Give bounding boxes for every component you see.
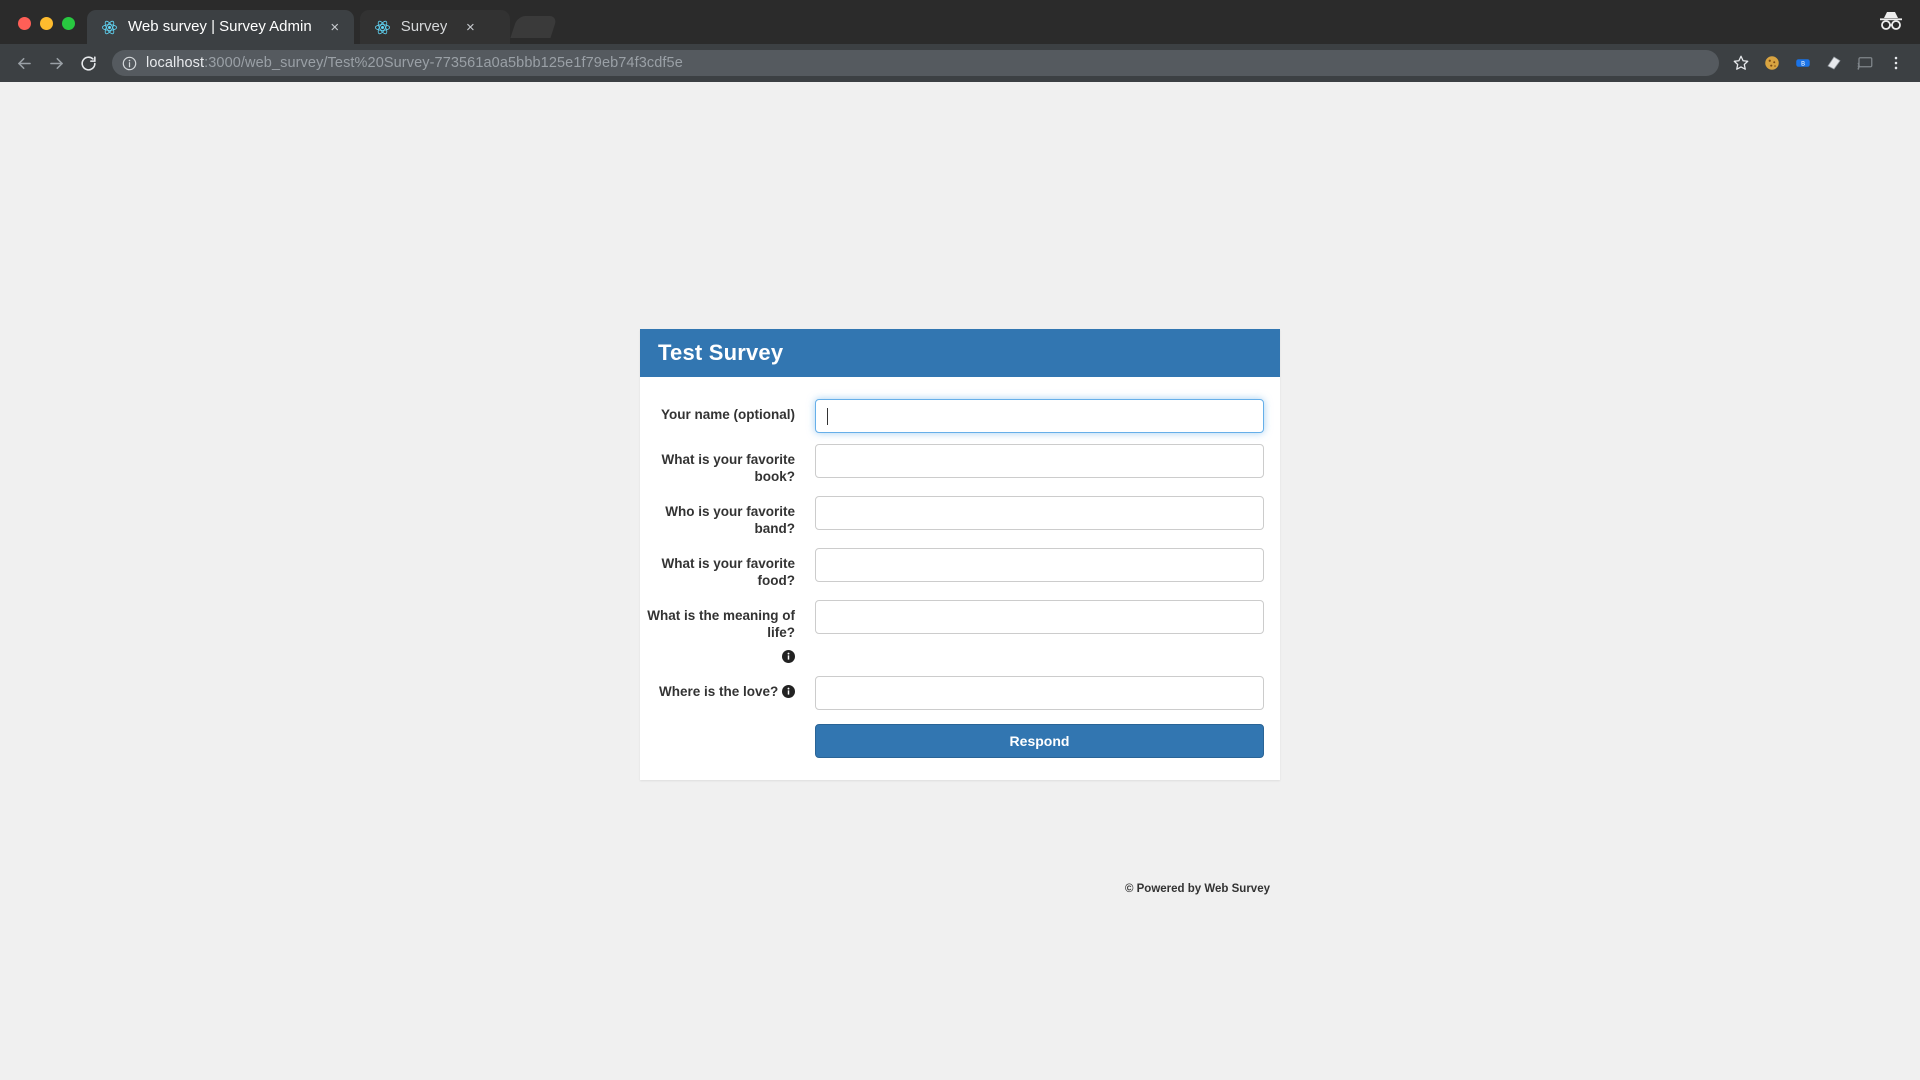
form-row-band: Who is your favorite band? <box>640 496 1264 537</box>
toolbar-icon-group: B <box>1727 49 1910 77</box>
form-label-text: Where is the love? <box>658 684 779 699</box>
form-row-meaning-of-life: What is the meaning of life? <box>640 600 1264 665</box>
address-bar-url: localhost:3000/web_survey/Test%20Survey-… <box>146 55 683 71</box>
form-control <box>815 600 1280 634</box>
form-control <box>815 496 1280 530</box>
browser-tab-2[interactable]: Survey × <box>359 10 510 44</box>
address-bar[interactable]: localhost:3000/web_survey/Test%20Survey-… <box>112 50 1719 76</box>
close-window-button[interactable] <box>18 17 31 30</box>
form-row-where-is-the-love: Where is the love? <box>640 676 1264 710</box>
survey-input-where-is-the-love[interactable] <box>815 676 1264 710</box>
react-icon <box>101 19 118 36</box>
form-control <box>815 548 1280 582</box>
form-label-text: What is your favorite food? <box>661 556 795 588</box>
text-caret <box>827 408 828 425</box>
back-icon[interactable] <box>10 49 38 77</box>
form-control <box>815 676 1280 710</box>
notes-extension-icon[interactable] <box>1820 49 1848 77</box>
form-label-text: Who is your favorite band? <box>665 504 795 536</box>
form-label-text: What is your favorite book? <box>661 452 795 484</box>
form-label: Your name (optional) <box>640 399 815 423</box>
url-path: :3000/web_survey/Test%20Survey-773561a0a… <box>204 55 683 71</box>
survey-input-band[interactable] <box>815 496 1264 530</box>
survey-input-meaning-of-life[interactable] <box>815 600 1264 634</box>
respond-button[interactable]: Respond <box>815 724 1264 758</box>
browser-tab-1[interactable]: Web survey | Survey Admin × <box>87 10 354 44</box>
form-label-text: What is the meaning of life? <box>647 608 795 640</box>
survey-footer: © Powered by Web Survey <box>1124 883 1270 895</box>
form-label-text: Your name (optional) <box>661 407 795 422</box>
survey-card: Test Survey Your name (optional) What is… <box>640 329 1280 780</box>
new-tab-button[interactable] <box>510 16 558 38</box>
browser-toolbar: localhost:3000/web_survey/Test%20Survey-… <box>0 44 1920 82</box>
browser-window: Web survey | Survey Admin × Survey × loc… <box>0 0 1920 1080</box>
survey-card-header: Test Survey <box>640 329 1280 377</box>
input-holder <box>815 399 1264 433</box>
info-circle-icon[interactable] <box>122 56 137 71</box>
form-label: Who is your favorite band? <box>640 496 815 537</box>
tab-close-icon[interactable]: × <box>461 18 479 36</box>
form-control <box>815 444 1280 478</box>
cast-icon[interactable] <box>1851 49 1879 77</box>
incognito-icon <box>1876 6 1906 36</box>
browser-tab-title: Web survey | Survey Admin <box>128 18 312 35</box>
browser-tab-title: Survey <box>400 18 448 35</box>
survey-input-book[interactable] <box>815 444 1264 478</box>
chrome-menu-icon[interactable] <box>1882 49 1910 77</box>
forward-icon[interactable] <box>42 49 70 77</box>
form-label: What is your favorite food? <box>640 548 815 589</box>
form-label-info-line <box>640 648 795 665</box>
form-label: What is the meaning of life? <box>640 600 815 665</box>
form-row-book: What is your favorite book? <box>640 444 1264 485</box>
form-row-name: Your name (optional) <box>640 399 1264 433</box>
form-row-food: What is your favorite food? <box>640 548 1264 589</box>
survey-form: Your name (optional) What is your favori… <box>640 377 1280 780</box>
survey-input-name[interactable] <box>815 399 1264 433</box>
browser-tabstrip: Web survey | Survey Admin × Survey × <box>0 0 1920 44</box>
form-label: What is your favorite book? <box>640 444 815 485</box>
survey-input-food[interactable] <box>815 548 1264 582</box>
minimize-window-button[interactable] <box>40 17 53 30</box>
submit-spacer <box>640 724 815 758</box>
tab-close-icon[interactable]: × <box>326 18 344 36</box>
form-control <box>815 399 1280 433</box>
reload-icon[interactable] <box>74 49 102 77</box>
submit-row: Respond <box>640 724 1264 758</box>
react-icon <box>374 19 391 36</box>
svg-text:B: B <box>1801 60 1805 67</box>
window-traffic-lights <box>0 17 87 44</box>
cookie-extension-icon[interactable] <box>1758 49 1786 77</box>
bluetooth-extension-icon[interactable]: B <box>1789 49 1817 77</box>
url-host: localhost <box>146 55 205 71</box>
maximize-window-button[interactable] <box>62 17 75 30</box>
bookmark-star-icon[interactable] <box>1727 49 1755 77</box>
page-viewport: Test Survey Your name (optional) What is… <box>0 82 1920 1080</box>
info-icon[interactable] <box>782 685 795 698</box>
survey-title: Test Survey <box>658 340 784 365</box>
form-label: Where is the love? <box>640 676 815 700</box>
info-icon[interactable] <box>782 650 795 663</box>
